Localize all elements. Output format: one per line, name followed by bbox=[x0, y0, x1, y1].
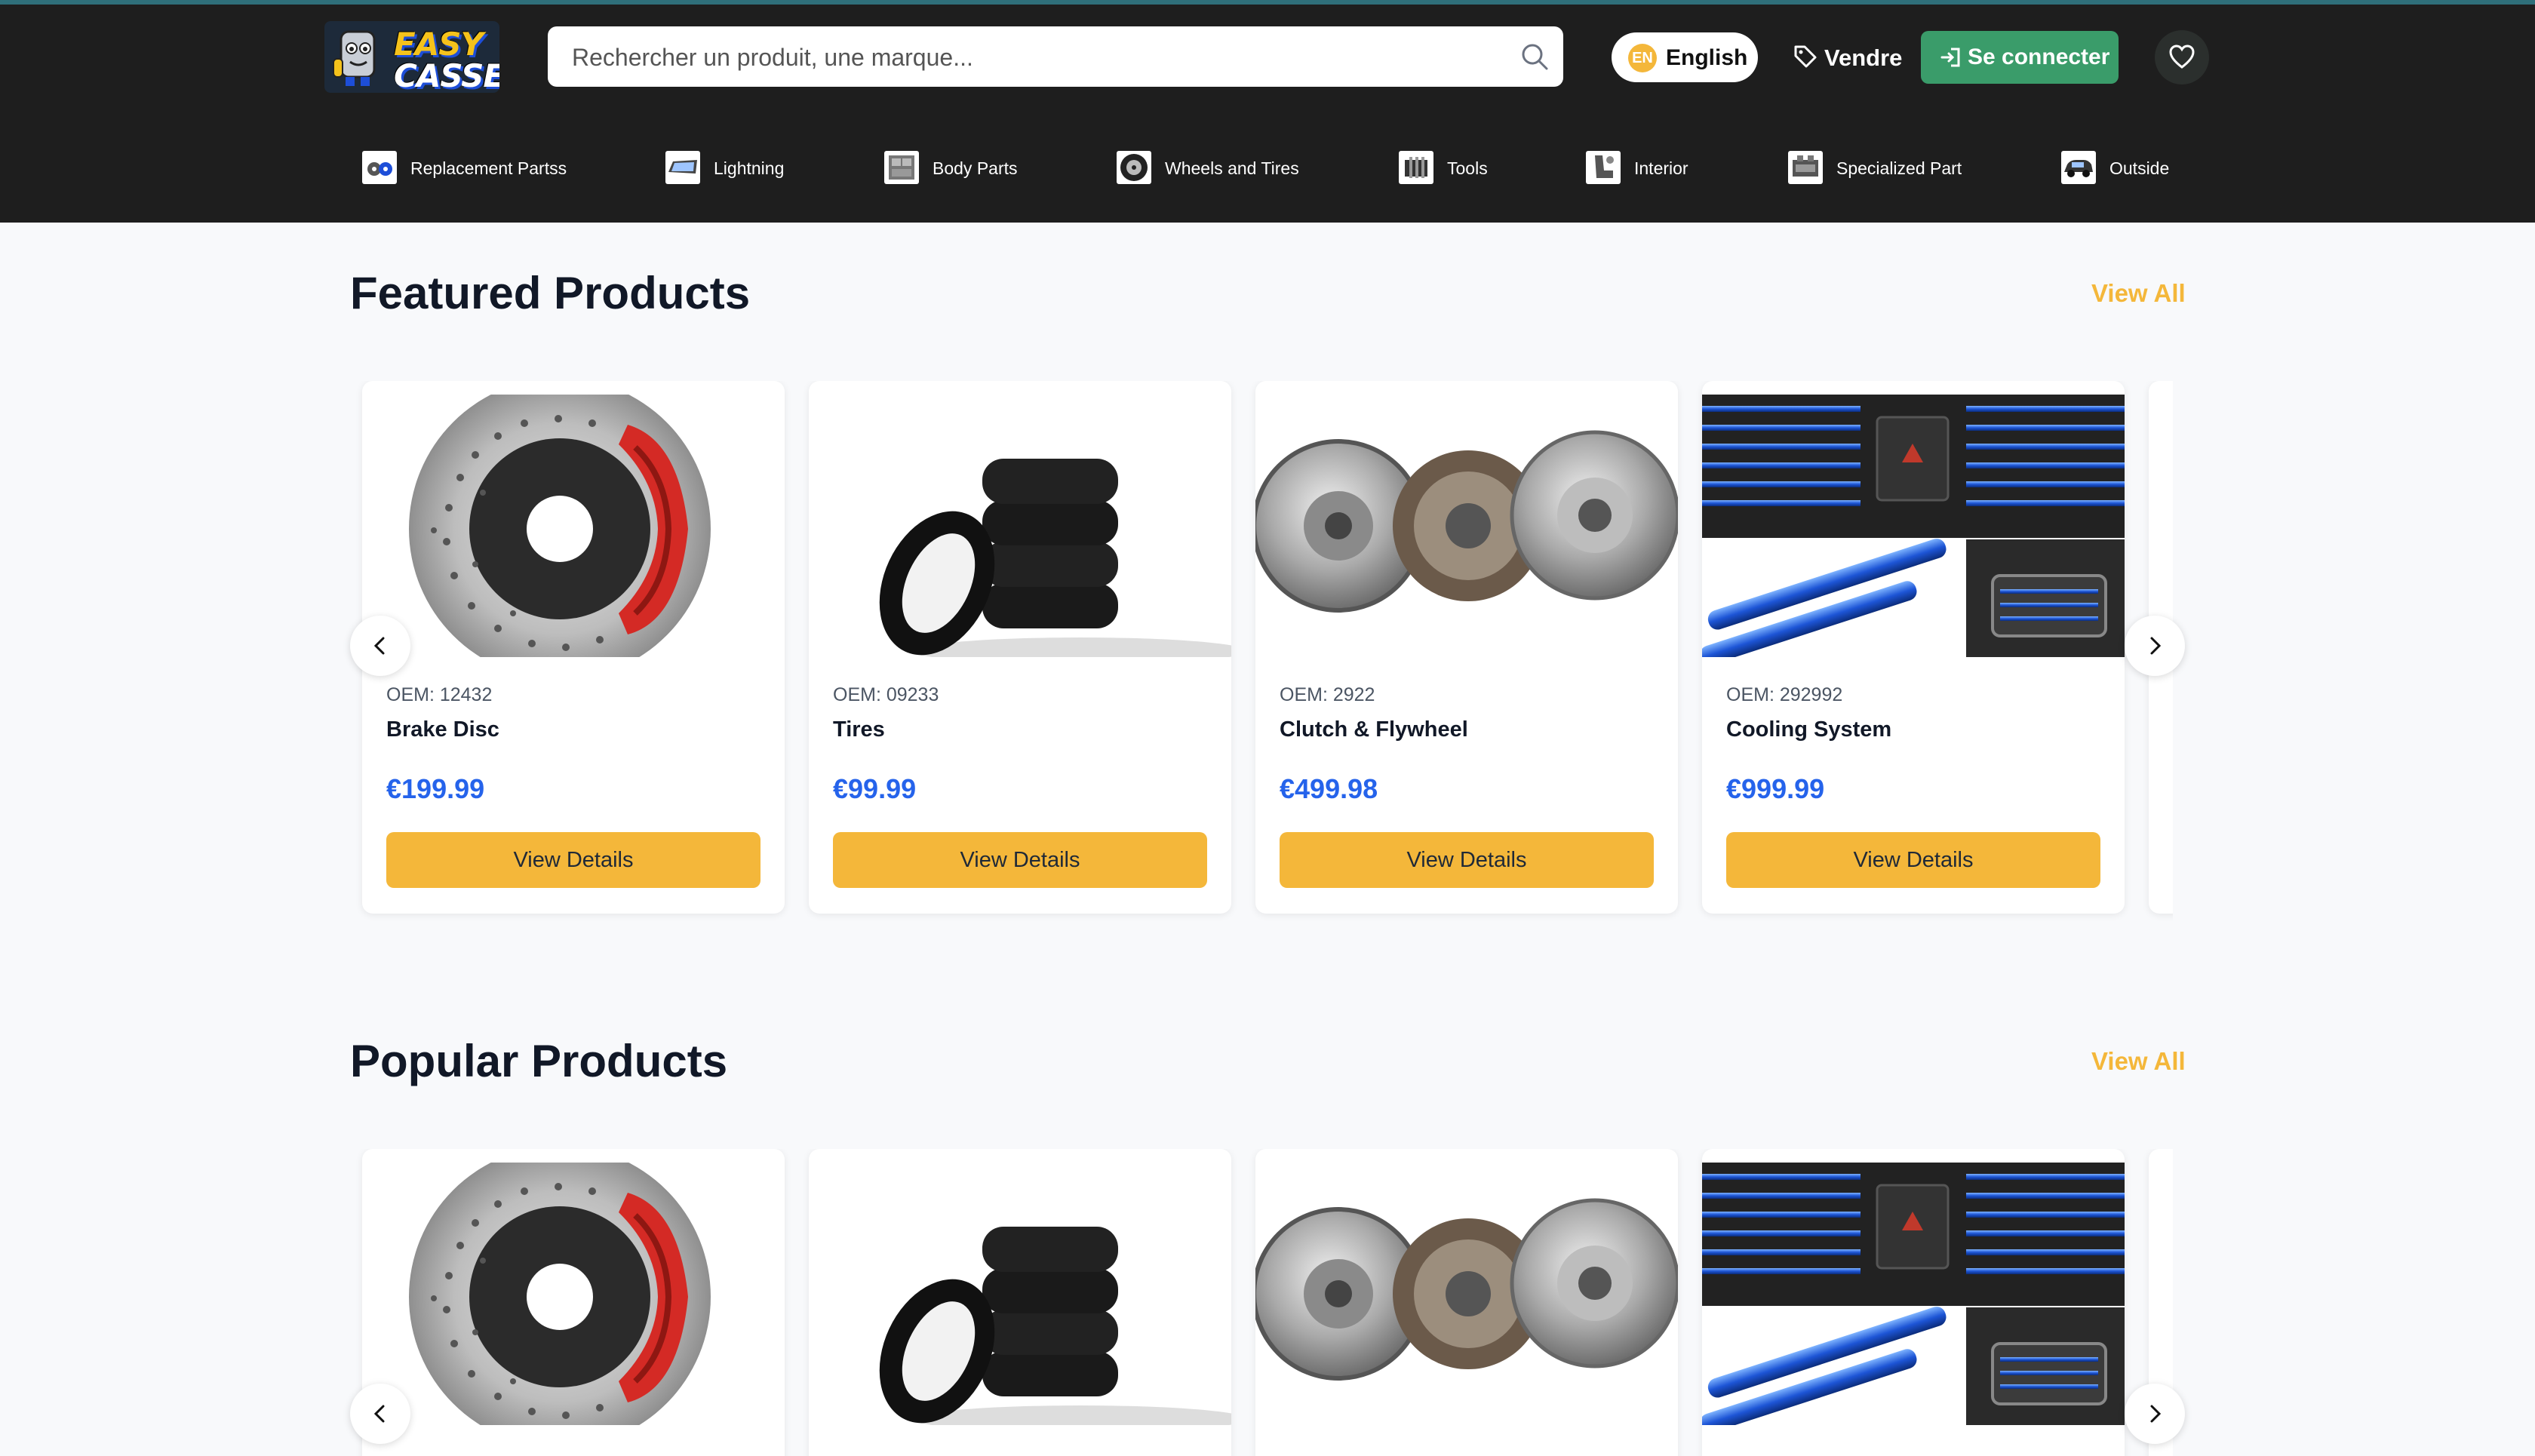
favorites-button[interactable] bbox=[2155, 30, 2209, 84]
seat-icon bbox=[1586, 151, 1621, 184]
car-exterior-icon bbox=[2061, 151, 2096, 184]
product-image-brake-disc bbox=[362, 1163, 785, 1425]
mascot-icon bbox=[333, 30, 376, 86]
product-price: €99.99 bbox=[833, 773, 917, 804]
login-icon bbox=[1940, 48, 1960, 67]
product-card[interactable] bbox=[1255, 1149, 1678, 1456]
brake-parts-icon bbox=[362, 151, 397, 184]
featured-carousel: OEM: 12432 Brake Disc €199.99 View Detai… bbox=[350, 381, 2173, 924]
product-image-clutch-flywheel bbox=[1255, 395, 1678, 657]
category-label: Body Parts bbox=[933, 158, 1018, 178]
product-name: Tires bbox=[833, 717, 885, 742]
product-image-cooling-system bbox=[1702, 1163, 2125, 1425]
search-icon[interactable] bbox=[1519, 41, 1550, 72]
heart-icon bbox=[2169, 45, 2195, 69]
view-details-button[interactable]: View Details bbox=[833, 832, 1207, 888]
view-details-button[interactable]: View Details bbox=[1280, 832, 1654, 888]
product-image-tires bbox=[809, 395, 1231, 657]
featured-next-arrow[interactable] bbox=[2125, 616, 2185, 676]
product-oem: OEM: 09233 bbox=[833, 684, 939, 705]
category-label: Wheels and Tires bbox=[1165, 158, 1299, 178]
featured-view-all-link[interactable]: View All bbox=[2091, 279, 2186, 308]
featured-section-title: Featured Products bbox=[350, 268, 751, 318]
product-card[interactable]: OEM: 2922 Clutch & Flywheel €499.98 View… bbox=[1255, 381, 1678, 914]
product-card[interactable]: OEM: 292992 Cooling System €999.99 View … bbox=[1702, 381, 2125, 914]
product-card[interactable]: OEM: 09233 Tires €99.99 View Details bbox=[809, 381, 1231, 914]
site-header: EASY CASSE EN English Vendre Se connecte… bbox=[0, 5, 2535, 223]
category-label: Interior bbox=[1634, 158, 1688, 178]
product-name: Clutch & Flywheel bbox=[1280, 717, 1468, 742]
category-nav: Replacement Partss Lightning Body Parts … bbox=[0, 140, 2535, 193]
sell-label: Vendre bbox=[1824, 45, 1903, 71]
product-oem: OEM: 2922 bbox=[1280, 684, 1375, 705]
product-price: €999.99 bbox=[1726, 773, 1825, 804]
logo-text-line2: CASSE bbox=[394, 57, 499, 93]
language-label: English bbox=[1666, 45, 1748, 70]
chevron-right-icon bbox=[2150, 637, 2162, 655]
product-card[interactable]: OEM: 12432 Brake Disc €199.99 View Detai… bbox=[362, 381, 785, 914]
category-label: Lightning bbox=[714, 158, 785, 178]
product-card[interactable] bbox=[362, 1149, 785, 1456]
category-label: Outside bbox=[2109, 158, 2170, 178]
search-bar bbox=[548, 26, 1563, 88]
category-label: Replacement Partss bbox=[410, 158, 567, 178]
view-details-button[interactable]: View Details bbox=[386, 832, 760, 888]
login-label: Se connecter bbox=[1968, 45, 2110, 69]
popular-section-title: Popular Products bbox=[350, 1036, 728, 1086]
tag-icon bbox=[1794, 45, 1817, 68]
product-image-tires bbox=[809, 1163, 1231, 1425]
tools-icon bbox=[1399, 151, 1433, 184]
site-logo[interactable]: EASY CASSE bbox=[324, 21, 499, 93]
wheel-icon bbox=[1117, 151, 1151, 184]
product-image-cooling-system bbox=[1702, 395, 2125, 657]
search-input[interactable] bbox=[570, 26, 1494, 88]
popular-carousel bbox=[350, 1149, 2173, 1456]
view-details-button[interactable]: View Details bbox=[1726, 832, 2100, 888]
product-name: Brake Disc bbox=[386, 717, 499, 742]
popular-view-all-link[interactable]: View All bbox=[2091, 1047, 2186, 1076]
chevron-left-icon bbox=[373, 1405, 385, 1423]
popular-prev-arrow[interactable] bbox=[350, 1384, 410, 1444]
product-card[interactable] bbox=[809, 1149, 1231, 1456]
product-oem: OEM: 292992 bbox=[1726, 684, 1843, 705]
chevron-left-icon bbox=[373, 637, 385, 655]
product-price: €499.98 bbox=[1280, 773, 1378, 804]
product-image-brake-disc bbox=[362, 395, 785, 657]
language-selector[interactable]: EN English bbox=[1612, 32, 1758, 82]
product-image-clutch-flywheel bbox=[1255, 1163, 1678, 1425]
login-button[interactable]: Se connecter bbox=[1921, 31, 2119, 84]
product-name: Cooling System bbox=[1726, 717, 1892, 742]
category-label: Tools bbox=[1447, 158, 1488, 178]
featured-prev-arrow[interactable] bbox=[350, 616, 410, 676]
chevron-right-icon bbox=[2150, 1405, 2162, 1423]
product-price: €199.99 bbox=[386, 773, 485, 804]
language-flag-icon: EN bbox=[1628, 44, 1657, 72]
car-body-icon bbox=[884, 151, 919, 184]
product-oem: OEM: 12432 bbox=[386, 684, 493, 705]
popular-next-arrow[interactable] bbox=[2125, 1384, 2185, 1444]
category-label: Specialized Part bbox=[1836, 158, 1962, 178]
engine-icon bbox=[1788, 151, 1823, 184]
product-card[interactable] bbox=[1702, 1149, 2125, 1456]
headlight-icon bbox=[665, 151, 700, 184]
